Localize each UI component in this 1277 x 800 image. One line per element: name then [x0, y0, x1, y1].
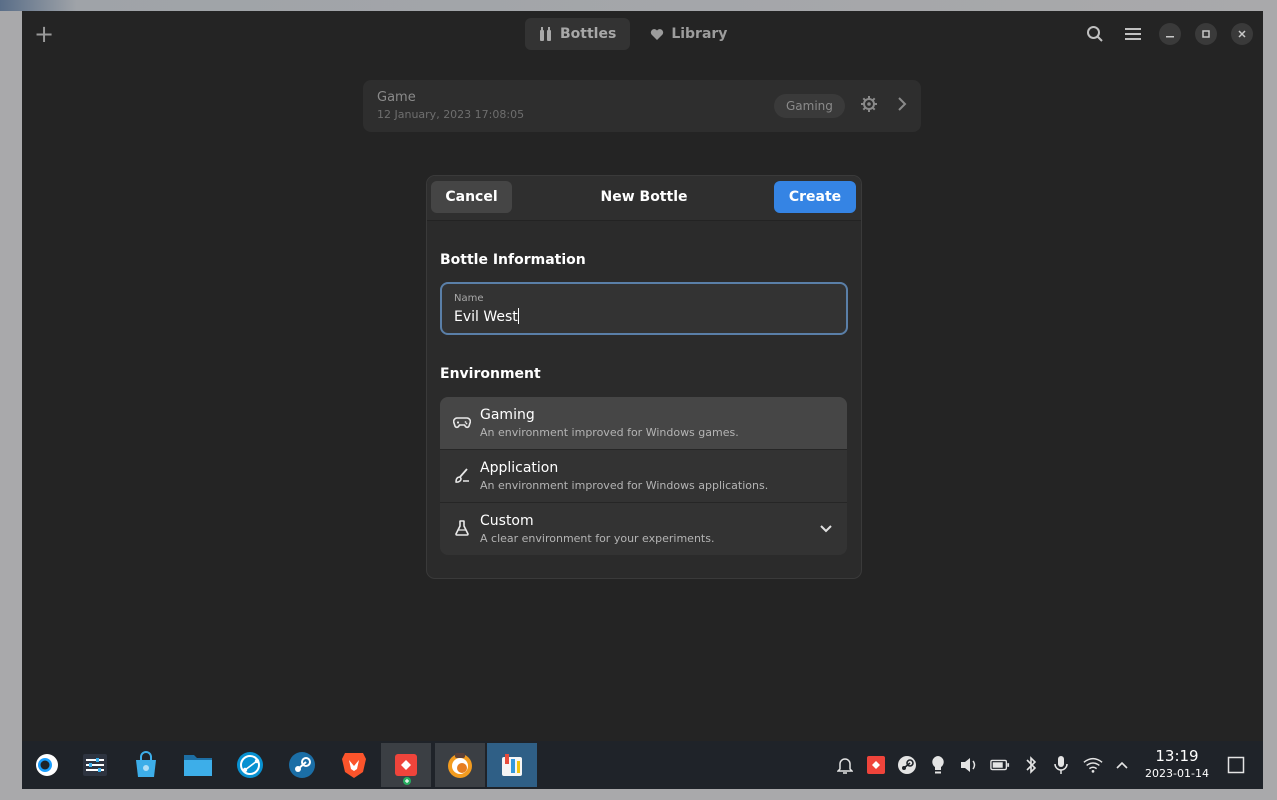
maximize-icon[interactable] — [1195, 23, 1217, 45]
environment-title: Application — [480, 460, 559, 476]
gamepad-icon — [452, 413, 472, 431]
bottle-list-row[interactable]: Game 12 January, 2023 17:08:05 Gaming — [363, 80, 921, 132]
create-button[interactable]: Create — [774, 181, 856, 213]
anydesk-tray-icon[interactable] — [866, 755, 886, 775]
view-switcher: Bottles Library — [525, 18, 741, 50]
environment-subtitle: An environment improved for Windows appl… — [480, 479, 769, 492]
volume-icon[interactable] — [959, 755, 979, 775]
clock-time[interactable]: 13:19 — [1154, 747, 1200, 765]
desktop-background — [0, 0, 1277, 11]
brush-icon — [453, 466, 471, 484]
flask-icon — [453, 519, 471, 537]
steam-icon[interactable] — [277, 743, 327, 787]
clock-date[interactable]: 2023-01-14 — [1142, 767, 1212, 780]
anydesk-icon[interactable] — [381, 743, 431, 787]
environment-heading: Environment — [440, 366, 541, 382]
minimize-icon[interactable] — [1159, 23, 1181, 45]
name-field-label: Name — [454, 293, 484, 304]
gear-icon[interactable] — [860, 95, 880, 115]
steamos-menu-icon[interactable] — [22, 743, 72, 787]
menu-icon[interactable] — [1121, 22, 1145, 46]
environment-option-custom[interactable]: Custom A clear environment for your expe… — [440, 503, 847, 555]
steam-tray-icon[interactable] — [897, 755, 917, 775]
environment-list: Gaming An environment improved for Windo… — [440, 397, 847, 555]
bluetooth-icon[interactable] — [1021, 755, 1041, 775]
chevron-down-icon[interactable] — [819, 521, 833, 535]
show-desktop-icon[interactable] — [1226, 755, 1246, 775]
environment-option-application[interactable]: Application An environment improved for … — [440, 450, 847, 502]
file-manager-icon[interactable] — [173, 743, 223, 787]
environment-option-gaming[interactable]: Gaming An environment improved for Windo… — [440, 397, 847, 449]
environment-title: Custom — [480, 513, 534, 529]
add-icon[interactable]: + — [32, 20, 56, 48]
lightbulb-icon[interactable] — [928, 755, 948, 775]
environment-title: Gaming — [480, 407, 535, 423]
name-field-value: Evil West — [454, 309, 518, 325]
bottle-name: Game — [377, 90, 416, 105]
wifi-icon[interactable] — [1083, 755, 1103, 775]
settings-icon[interactable] — [70, 743, 120, 787]
dialog-header: Cancel New Bottle Create — [427, 176, 861, 221]
syncthing-icon[interactable] — [225, 743, 275, 787]
search-icon[interactable] — [1083, 22, 1107, 46]
text-caret — [517, 308, 519, 324]
expand-tray-icon[interactable] — [1112, 755, 1132, 775]
name-field[interactable]: Name Evil West — [440, 282, 848, 335]
battery-icon[interactable] — [990, 755, 1010, 775]
bottle-information-heading: Bottle Information — [440, 252, 586, 268]
tab-bottles[interactable]: Bottles — [525, 18, 631, 50]
app-icon[interactable] — [487, 743, 537, 787]
notifications-icon[interactable] — [835, 755, 855, 775]
microphone-icon[interactable] — [1051, 755, 1071, 775]
tab-library[interactable]: Library — [636, 18, 741, 50]
chevron-right-icon[interactable] — [893, 95, 913, 115]
heart-icon — [651, 28, 664, 40]
name-field-value-wrap: Evil West — [454, 308, 519, 325]
tab-bottles-label: Bottles — [560, 26, 617, 42]
new-bottle-dialog: Cancel New Bottle Create Bottle Informat… — [426, 175, 862, 579]
bottles-app-icon[interactable] — [435, 743, 485, 787]
environment-subtitle: A clear environment for your experiments… — [480, 532, 715, 545]
environment-subtitle: An environment improved for Windows game… — [480, 426, 739, 439]
close-icon[interactable] — [1231, 23, 1253, 45]
taskbar: 13:19 2023-01-14 — [22, 741, 1263, 789]
bottles-icon — [540, 27, 551, 41]
tab-library-label: Library — [671, 26, 728, 42]
discover-store-icon[interactable] — [121, 743, 171, 787]
header-controls — [1083, 22, 1253, 46]
header-bar: + Bottles Library — [22, 11, 1263, 57]
bottle-date: 12 January, 2023 17:08:05 — [377, 108, 525, 121]
brave-browser-icon[interactable] — [329, 743, 379, 787]
environment-badge: Gaming — [774, 94, 845, 118]
bottles-window: + Bottles Library Game 12 January, 2023 … — [22, 11, 1263, 741]
